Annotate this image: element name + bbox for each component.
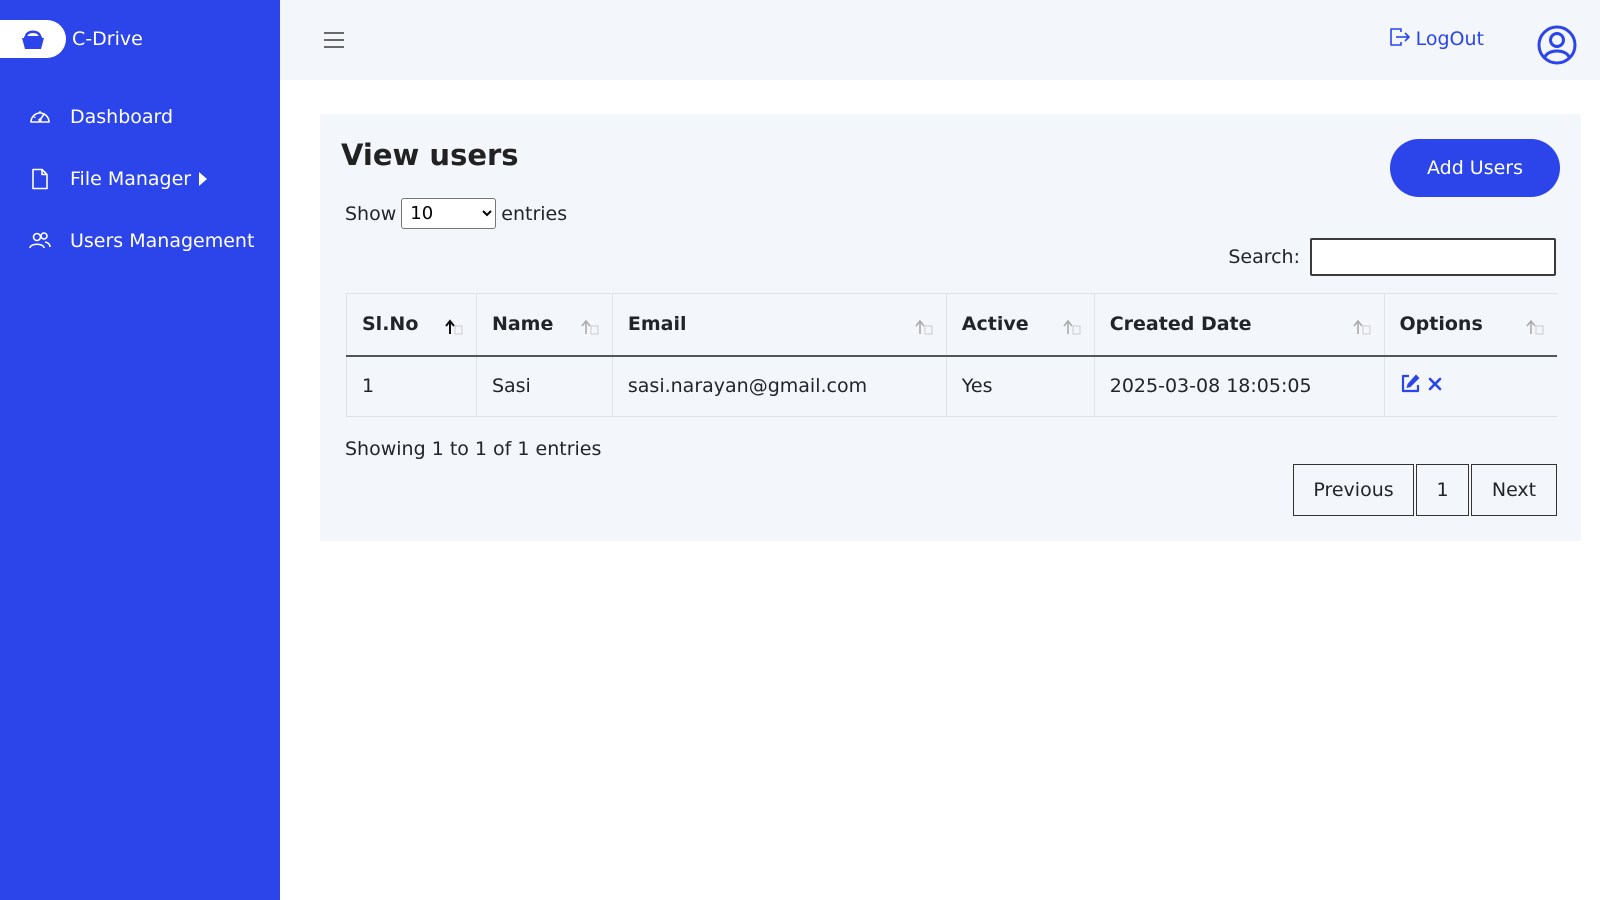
- logout-link[interactable]: LogOut: [1389, 27, 1484, 51]
- entries-label: entries: [501, 202, 568, 225]
- table-row: 1 Sasi sasi.narayan@gmail.com Yes 2025-0…: [346, 355, 1557, 417]
- logout-label: LogOut: [1415, 28, 1484, 50]
- users-card: View users Add Users Show 10 25 50 100 e…: [320, 114, 1581, 541]
- sidebar-item-users-management[interactable]: Users Management: [0, 210, 280, 272]
- table-search: Search:: [1228, 238, 1556, 276]
- column-header-email[interactable]: Email: [611, 293, 947, 357]
- sort-icon: [915, 319, 933, 335]
- delete-icon[interactable]: [1427, 375, 1443, 397]
- edit-icon[interactable]: [1400, 373, 1421, 399]
- column-header-name[interactable]: Name: [475, 293, 613, 357]
- column-header-options[interactable]: Options: [1383, 293, 1557, 357]
- add-users-button[interactable]: Add Users: [1390, 139, 1560, 197]
- entries-length-control: Show 10 25 50 100 entries: [345, 198, 567, 229]
- topbar: LogOut: [280, 0, 1600, 80]
- cell-options: [1383, 355, 1557, 417]
- table-header-row: Sl.No Name Email Active Created Date Opt…: [346, 293, 1557, 357]
- cell-created-date: 2025-03-08 18:05:05: [1093, 355, 1385, 417]
- sort-icon: [581, 319, 599, 335]
- logout-icon: [1389, 27, 1411, 51]
- show-label: Show: [345, 202, 397, 225]
- column-header-active[interactable]: Active: [945, 293, 1095, 357]
- speedometer-icon: [28, 105, 52, 129]
- menu-toggle-icon[interactable]: [322, 28, 346, 52]
- sidebar-item-file-manager[interactable]: File Manager: [0, 148, 280, 210]
- brand[interactable]: C-Drive: [0, 20, 143, 58]
- user-avatar-icon[interactable]: [1536, 24, 1578, 66]
- cell-email: sasi.narayan@gmail.com: [611, 355, 947, 417]
- search-input[interactable]: [1310, 238, 1556, 276]
- cell-active: Yes: [945, 355, 1095, 417]
- search-label: Search:: [1228, 246, 1300, 268]
- users-table: Sl.No Name Email Active Created Date Opt…: [346, 293, 1557, 417]
- file-icon: [28, 167, 52, 191]
- sort-icon: [1526, 319, 1544, 335]
- sidebar: C-Drive Dashboard File Manager Users Man…: [0, 0, 280, 900]
- brand-logo: [0, 20, 66, 58]
- cell-name: Sasi: [475, 355, 613, 417]
- sidebar-item-dashboard[interactable]: Dashboard: [0, 86, 280, 148]
- page-number-button[interactable]: 1: [1416, 464, 1469, 516]
- brand-name: C-Drive: [72, 28, 143, 50]
- cell-slno: 1: [346, 355, 477, 417]
- sort-icon: [1063, 319, 1081, 335]
- pagination: Previous 1 Next: [1291, 464, 1557, 516]
- sidebar-nav: Dashboard File Manager Users Management: [0, 86, 280, 272]
- entries-length-select[interactable]: 10 25 50 100: [401, 198, 497, 229]
- table-info: Showing 1 to 1 of 1 entries: [345, 438, 602, 460]
- column-header-slno[interactable]: Sl.No: [346, 293, 477, 357]
- caret-right-icon: [199, 172, 208, 186]
- next-page-button[interactable]: Next: [1471, 464, 1557, 516]
- sort-asc-active-icon: [445, 319, 463, 335]
- users-icon: [28, 229, 52, 253]
- sidebar-item-label: File Manager: [70, 168, 192, 190]
- column-header-created-date[interactable]: Created Date: [1093, 293, 1385, 357]
- page-title: View users: [341, 138, 519, 172]
- sidebar-item-label: Dashboard: [70, 106, 174, 128]
- sidebar-item-label: Users Management: [70, 230, 255, 252]
- basket-icon: [22, 30, 44, 49]
- previous-page-button[interactable]: Previous: [1293, 464, 1414, 516]
- sort-icon: [1352, 319, 1371, 335]
